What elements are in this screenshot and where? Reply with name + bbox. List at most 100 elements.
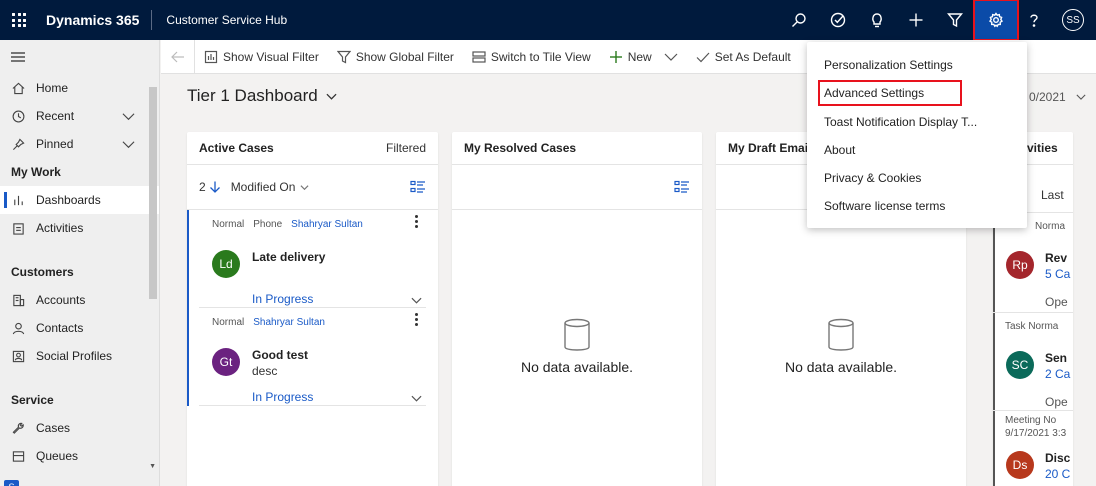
chevron-down-icon bbox=[1076, 94, 1086, 100]
case-meta: Normal Phone Shahryar Sultan bbox=[212, 219, 372, 230]
show-global-filter-button[interactable]: Show Global Filter bbox=[328, 40, 463, 74]
case-title[interactable]: Good test bbox=[252, 348, 308, 362]
chevron-down-icon[interactable] bbox=[411, 393, 422, 404]
show-visual-filter-button[interactable]: Show Visual Filter bbox=[195, 40, 328, 74]
filter-status: Filtered bbox=[385, 141, 426, 155]
activity-meta: Task Norma bbox=[1005, 321, 1059, 332]
case-card[interactable]: Normal Shahryar Sultan Gt Good test desc… bbox=[187, 308, 426, 406]
switch-tile-view-button[interactable]: Switch to Tile View bbox=[463, 40, 600, 74]
case-owner-link[interactable]: Shahryar Sultan bbox=[291, 219, 363, 230]
nav-scrollbar[interactable] bbox=[149, 87, 157, 299]
quick-create-button[interactable] bbox=[896, 0, 935, 40]
nav-item-activities[interactable]: Activities bbox=[0, 214, 159, 242]
menu-item-personalization-settings[interactable]: Personalization Settings bbox=[807, 51, 1027, 79]
nav-item-cases[interactable]: Cases bbox=[0, 414, 159, 442]
nav-item-accounts[interactable]: Accounts bbox=[0, 286, 159, 314]
brand-title[interactable]: Dynamics 365 bbox=[38, 10, 153, 30]
case-status: In Progress bbox=[252, 390, 314, 404]
building-icon bbox=[13, 294, 25, 306]
menu-item-privacy-cookies[interactable]: Privacy & Cookies bbox=[807, 164, 1027, 192]
case-card[interactable]: Normal Phone Shahryar Sultan Ld Late del… bbox=[187, 210, 426, 308]
user-avatar: SS bbox=[1062, 9, 1084, 31]
case-owner-link[interactable]: Shahryar Sultan bbox=[253, 317, 325, 328]
activity-meta: Norma bbox=[1035, 221, 1066, 232]
chevron-down-icon[interactable] bbox=[411, 295, 422, 306]
activity-regarding[interactable]: 2 Ca bbox=[1045, 367, 1070, 381]
assistant-button[interactable] bbox=[857, 0, 896, 40]
filter-icon bbox=[336, 50, 351, 63]
activity-title[interactable]: Rev bbox=[1045, 251, 1067, 265]
sort-field[interactable]: Modified On bbox=[231, 180, 296, 194]
nav-item-queues[interactable]: Queues bbox=[0, 442, 159, 470]
activity-status: Ope bbox=[1045, 395, 1068, 409]
nav-group-service: Service bbox=[11, 393, 54, 407]
active-cases-panel: Active Cases Filtered 2 Modified On Norm… bbox=[187, 132, 438, 486]
new-button[interactable]: New bbox=[600, 40, 687, 74]
top-bar: Dynamics 365 Customer Service Hub SS bbox=[0, 0, 1096, 41]
nav-item-home[interactable]: Home bbox=[0, 74, 159, 102]
menu-item-toast-notification[interactable]: Toast Notification Display T... bbox=[807, 108, 1027, 136]
nav-item-social-profiles[interactable]: Social Profiles bbox=[0, 342, 159, 370]
menu-item-software-license[interactable]: Software license terms bbox=[807, 192, 1027, 220]
chevron-down-icon[interactable] bbox=[300, 183, 309, 192]
activity-regarding[interactable]: 20 C bbox=[1045, 467, 1070, 481]
scroll-down-arrow-icon[interactable]: ▼ bbox=[149, 463, 156, 470]
chevron-down-icon[interactable] bbox=[122, 138, 135, 151]
case-title[interactable]: Late delivery bbox=[252, 250, 325, 264]
chevron-down-icon bbox=[326, 93, 337, 100]
nav-item-dashboards[interactable]: Dashboards bbox=[0, 186, 159, 214]
plus-icon bbox=[909, 13, 922, 27]
filter-icon bbox=[946, 13, 963, 28]
sort-field[interactable]: Last bbox=[1041, 188, 1064, 202]
dashboard-selector[interactable]: Tier 1 Dashboard bbox=[187, 86, 337, 106]
record-count: 2 bbox=[199, 180, 206, 194]
tile-view-icon bbox=[472, 50, 486, 63]
activity-regarding[interactable]: 5 Ca bbox=[1045, 267, 1070, 281]
activity-row[interactable]: Task Norma SC Sen 2 Ca Ope bbox=[993, 312, 1073, 411]
settings-button[interactable] bbox=[973, 0, 1019, 41]
task-flow-button[interactable] bbox=[818, 0, 857, 40]
nav-item-recent[interactable]: Recent bbox=[0, 102, 159, 130]
help-button[interactable] bbox=[1018, 0, 1050, 40]
nav-item-contacts[interactable]: Contacts bbox=[0, 314, 159, 342]
panel-title: My Resolved Cases bbox=[464, 141, 577, 155]
nav-item-label: Activities bbox=[36, 221, 84, 235]
date-filter[interactable]: 0/2021 bbox=[1029, 90, 1086, 104]
activity-title[interactable]: Sen bbox=[1045, 351, 1067, 365]
show-global-filter-label: Show Global Filter bbox=[355, 49, 454, 64]
area-switcher[interactable]: S bbox=[4, 479, 19, 486]
list-view-icon[interactable] bbox=[674, 180, 690, 194]
activity-row[interactable]: Meeting No 9/17/2021 3:3 Ds Disc 20 C bbox=[993, 410, 1073, 486]
area-badge: S bbox=[4, 479, 19, 486]
case-status: In Progress bbox=[252, 292, 314, 306]
user-profile-button[interactable]: SS bbox=[1050, 0, 1096, 40]
nav-item-label: Accounts bbox=[36, 293, 86, 307]
menu-item-about[interactable]: About bbox=[807, 136, 1027, 164]
sort-down-arrow-icon[interactable] bbox=[209, 181, 221, 193]
case-description: desc bbox=[252, 364, 278, 378]
wrench-icon bbox=[12, 422, 24, 434]
settings-menu: Personalization Settings Advanced Settin… bbox=[807, 42, 1027, 228]
chevron-down-icon[interactable] bbox=[664, 50, 678, 64]
set-as-default-label: Set As Default bbox=[714, 49, 791, 64]
set-as-default-button[interactable]: Set As Default bbox=[687, 40, 800, 74]
menu-item-advanced-settings[interactable]: Advanced Settings bbox=[807, 79, 1027, 107]
case-priority: Normal bbox=[212, 219, 245, 230]
nav-item-label: Dashboards bbox=[36, 193, 101, 207]
more-options-icon[interactable] bbox=[415, 215, 418, 230]
page-title: Tier 1 Dashboard bbox=[187, 86, 318, 105]
search-button[interactable] bbox=[780, 0, 818, 40]
app-name[interactable]: Customer Service Hub bbox=[152, 13, 287, 27]
chevron-down-icon[interactable] bbox=[122, 110, 135, 123]
activity-title[interactable]: Disc bbox=[1045, 451, 1070, 465]
nav-item-label: Queues bbox=[36, 449, 79, 463]
advanced-find-button[interactable] bbox=[935, 0, 974, 40]
list-view-icon[interactable] bbox=[410, 180, 426, 194]
nav-item-pinned[interactable]: Pinned bbox=[0, 130, 159, 158]
app-launcher-button[interactable] bbox=[0, 0, 38, 40]
nav-item-label: Cases bbox=[36, 421, 71, 435]
collapse-nav-button[interactable] bbox=[0, 40, 159, 74]
switch-tile-view-label: Switch to Tile View bbox=[490, 49, 591, 64]
back-button[interactable] bbox=[161, 39, 195, 74]
more-options-icon[interactable] bbox=[415, 313, 418, 328]
